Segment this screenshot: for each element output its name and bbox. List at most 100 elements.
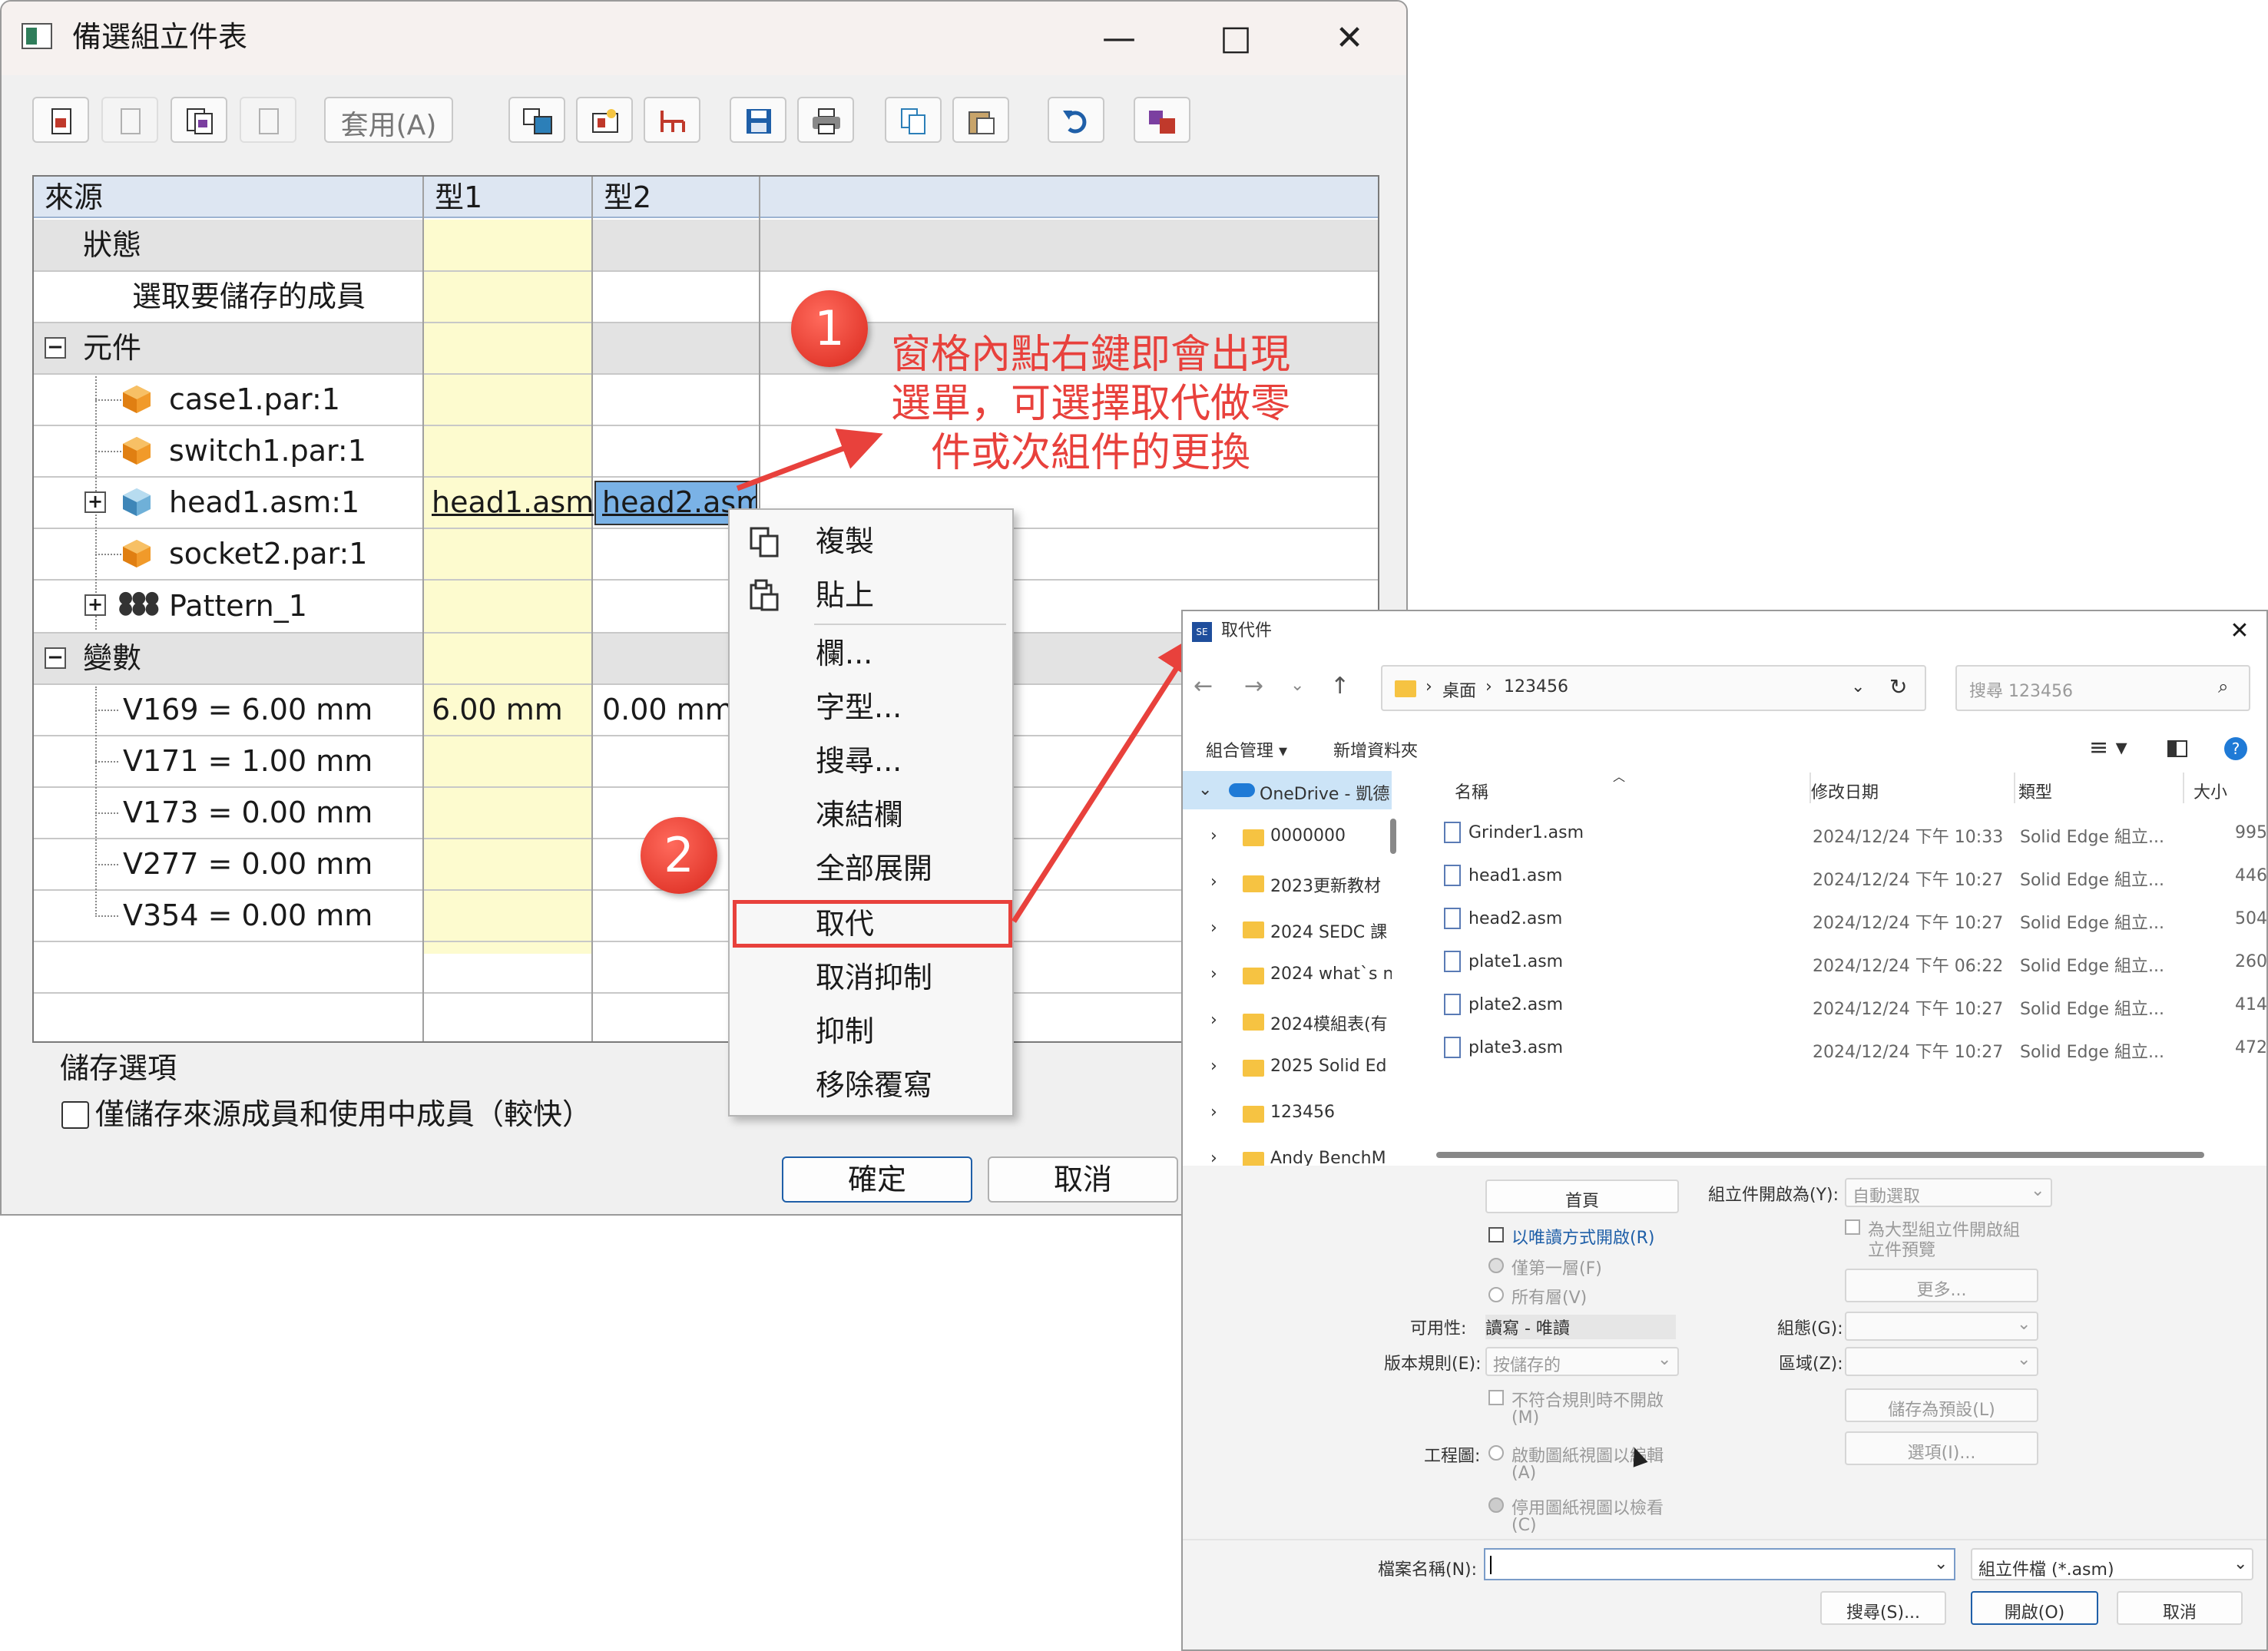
- file-row[interactable]: head1.asm 2024/12/24 下午 10:27 Solid Edge…: [1436, 855, 2266, 895]
- availability-value: 讀寫 - 唯讀: [1485, 1315, 1676, 1339]
- new-folder-button[interactable]: 新增資料夾: [1333, 737, 1418, 762]
- refresh-button[interactable]: ↻: [1889, 674, 1907, 700]
- nav-scrollbar[interactable]: [1390, 819, 1396, 854]
- file-type: Solid Edge 組立...: [2020, 871, 2164, 890]
- all-levels-label[interactable]: 所有層(V): [1511, 1284, 1587, 1309]
- file-row[interactable]: Grinder1.asm 2024/12/24 下午 10:33 Solid E…: [1436, 812, 2266, 852]
- fd-cancel-button[interactable]: 取消: [2117, 1591, 2243, 1625]
- file-name: plate2.asm: [1468, 995, 1564, 1014]
- open-as-value: 自動選取: [1852, 1187, 1921, 1206]
- breadcrumb-desktop[interactable]: 桌面: [1442, 677, 1476, 702]
- up-button[interactable]: ↑: [1330, 673, 1349, 700]
- file-name: Grinder1.asm: [1468, 823, 1584, 842]
- version-rule-label: 版本規則(E):: [1384, 1355, 1482, 1374]
- nav-item[interactable]: 2024模組表(有: [1270, 1011, 1388, 1035]
- breadcrumb-sep: ›: [1485, 677, 1492, 696]
- file-list-hscroll[interactable]: [1436, 1152, 2204, 1158]
- bottom-bar: 檔案名稱(N): ⌄ 組立件檔 (*.asm) ⌄ 搜尋(S)... 開啟(O)…: [1183, 1539, 2266, 1649]
- nav-item[interactable]: 2024 SEDC 課: [1270, 918, 1387, 943]
- open-button[interactable]: 開啟(O): [1971, 1591, 2098, 1625]
- organize-button[interactable]: 組合管理 ▾: [1206, 737, 1287, 762]
- version-rule-value: 按儲存的: [1493, 1356, 1561, 1375]
- file-name: plate3.asm: [1468, 1038, 1564, 1057]
- col-date-header[interactable]: 修改日期: [1811, 779, 1879, 803]
- preview-pane-icon[interactable]: [2167, 740, 2187, 757]
- nav-item[interactable]: 2025 Solid Ed: [1270, 1057, 1386, 1076]
- text-cursor: [1490, 1556, 1492, 1574]
- file-row[interactable]: head2.asm 2024/12/24 下午 10:27 Solid Edge…: [1436, 898, 2266, 938]
- col-name-header[interactable]: 名稱: [1455, 779, 1488, 803]
- chevron-down-icon: ⌄: [2031, 1181, 2045, 1200]
- large-asm-label-2: 立件預覽: [1868, 1241, 1936, 1260]
- disable-views-radio[interactable]: [1488, 1497, 1504, 1513]
- view-menu-icon[interactable]: ≡ ▾: [2089, 734, 2127, 761]
- search-box[interactable]: 搜尋 123456 ⌕: [1955, 665, 2250, 711]
- sort-indicator-icon: ︿: [1613, 769, 1626, 784]
- file-row[interactable]: plate1.asm 2024/12/24 下午 06:22 Solid Edg…: [1436, 941, 2266, 981]
- forward-button[interactable]: →: [1244, 673, 1263, 700]
- expand-chevron-icon[interactable]: ⌄: [1198, 780, 1212, 799]
- file-row[interactable]: plate2.asm 2024/12/24 下午 10:27 Solid Edg…: [1436, 984, 2266, 1024]
- help-icon[interactable]: ?: [2224, 737, 2247, 760]
- search-placeholder: 搜尋 123456: [1969, 682, 2073, 701]
- folder-icon: [1243, 1106, 1264, 1123]
- chevron-down-icon: ⌄: [2017, 1315, 2031, 1334]
- nav-item[interactable]: 2024 what`s n: [1270, 964, 1392, 984]
- folder-icon: [1243, 1060, 1264, 1077]
- save-default-button[interactable]: 儲存為預設(L): [1845, 1388, 2038, 1422]
- noncompliant-checkbox[interactable]: [1488, 1390, 1504, 1405]
- zone-select[interactable]: ⌄: [1845, 1347, 2038, 1376]
- more-button[interactable]: 更多...: [1845, 1269, 2038, 1302]
- chevron-down-icon: ⌄: [1657, 1350, 1672, 1369]
- availability-label: 可用性:: [1410, 1319, 1467, 1338]
- asm-file-icon: [1444, 994, 1461, 1015]
- file-type: Solid Edge 組立...: [2020, 957, 2164, 976]
- folder-icon: [1395, 680, 1416, 697]
- file-type-filter[interactable]: 組立件檔 (*.asm) ⌄: [1971, 1548, 2253, 1580]
- folder-icon: [1243, 968, 1264, 984]
- search-files-button[interactable]: 搜尋(S)...: [1820, 1591, 1946, 1625]
- all-levels-radio[interactable]: [1488, 1287, 1504, 1302]
- breadcrumb-folder[interactable]: 123456: [1504, 677, 1568, 696]
- version-rule-select[interactable]: 按儲存的 ⌄: [1485, 1347, 1679, 1376]
- options-button[interactable]: 選項(I)...: [1845, 1431, 2038, 1465]
- back-button[interactable]: ←: [1194, 673, 1213, 700]
- nav-item[interactable]: 123456: [1270, 1103, 1335, 1122]
- home-button[interactable]: 首頁: [1485, 1180, 1679, 1213]
- nav-item[interactable]: 2023更新教材: [1270, 872, 1381, 897]
- enable-views-radio[interactable]: [1488, 1445, 1504, 1461]
- options-button-label: 選項(I)...: [1907, 1444, 1976, 1463]
- drawing-label: 工程圖:: [1424, 1447, 1481, 1466]
- col-type-header[interactable]: 類型: [2018, 779, 2052, 803]
- fd-close-button[interactable]: ✕: [2224, 616, 2255, 647]
- chevron-down-icon[interactable]: ⌄: [1934, 1554, 1948, 1573]
- only-first-label[interactable]: 僅第一層(F): [1511, 1255, 1602, 1279]
- recent-locations-button[interactable]: ⌄: [1290, 676, 1304, 695]
- nav-item-onedrive[interactable]: OneDrive - 凱德: [1260, 780, 1389, 805]
- file-size: 414: [2235, 995, 2267, 1014]
- replace-file-dialog: SE 取代件 ✕ ← → ⌄ ↑ › 桌面 › 123456 ⌄ ↻ 搜尋 12…: [1181, 610, 2268, 1651]
- readonly-label[interactable]: 以唯讀方式開啟(R): [1511, 1224, 1654, 1249]
- address-bar[interactable]: › 桌面 › 123456 ⌄ ↻: [1381, 665, 1926, 711]
- file-row[interactable]: plate3.asm 2024/12/24 下午 10:27 Solid Edg…: [1436, 1027, 2266, 1067]
- large-asm-checkbox[interactable]: [1845, 1219, 1860, 1235]
- nav-item[interactable]: 0000000: [1270, 826, 1346, 845]
- options-panel: 首頁 以唯讀方式開啟(R) 僅第一層(F) 所有層(V) 可用性: 讀寫 - 唯…: [1183, 1166, 2266, 1539]
- file-size: 504: [2235, 909, 2267, 928]
- file-date: 2024/12/24 下午 10:27: [1813, 871, 2004, 890]
- open-button-label: 開啟(O): [2004, 1603, 2065, 1623]
- address-dropdown[interactable]: ⌄: [1851, 677, 1865, 696]
- only-first-radio[interactable]: [1488, 1258, 1504, 1273]
- file-type: Solid Edge 組立...: [2020, 1000, 2164, 1019]
- filename-input[interactable]: ⌄: [1484, 1548, 1955, 1580]
- folder-icon: [1243, 875, 1264, 892]
- file-date: 2024/12/24 下午 06:22: [1813, 957, 2004, 976]
- chevron-right-icon: ›: [1210, 1103, 1217, 1122]
- open-as-select[interactable]: 自動選取 ⌄: [1845, 1178, 2052, 1207]
- readonly-checkbox[interactable]: [1488, 1227, 1504, 1242]
- search-icon: ⌕: [2218, 676, 2229, 697]
- col-size-header[interactable]: 大小: [2194, 779, 2227, 803]
- config-select[interactable]: ⌄: [1845, 1312, 2038, 1341]
- file-type: Solid Edge 組立...: [2020, 828, 2164, 847]
- file-name: head1.asm: [1468, 866, 1563, 885]
